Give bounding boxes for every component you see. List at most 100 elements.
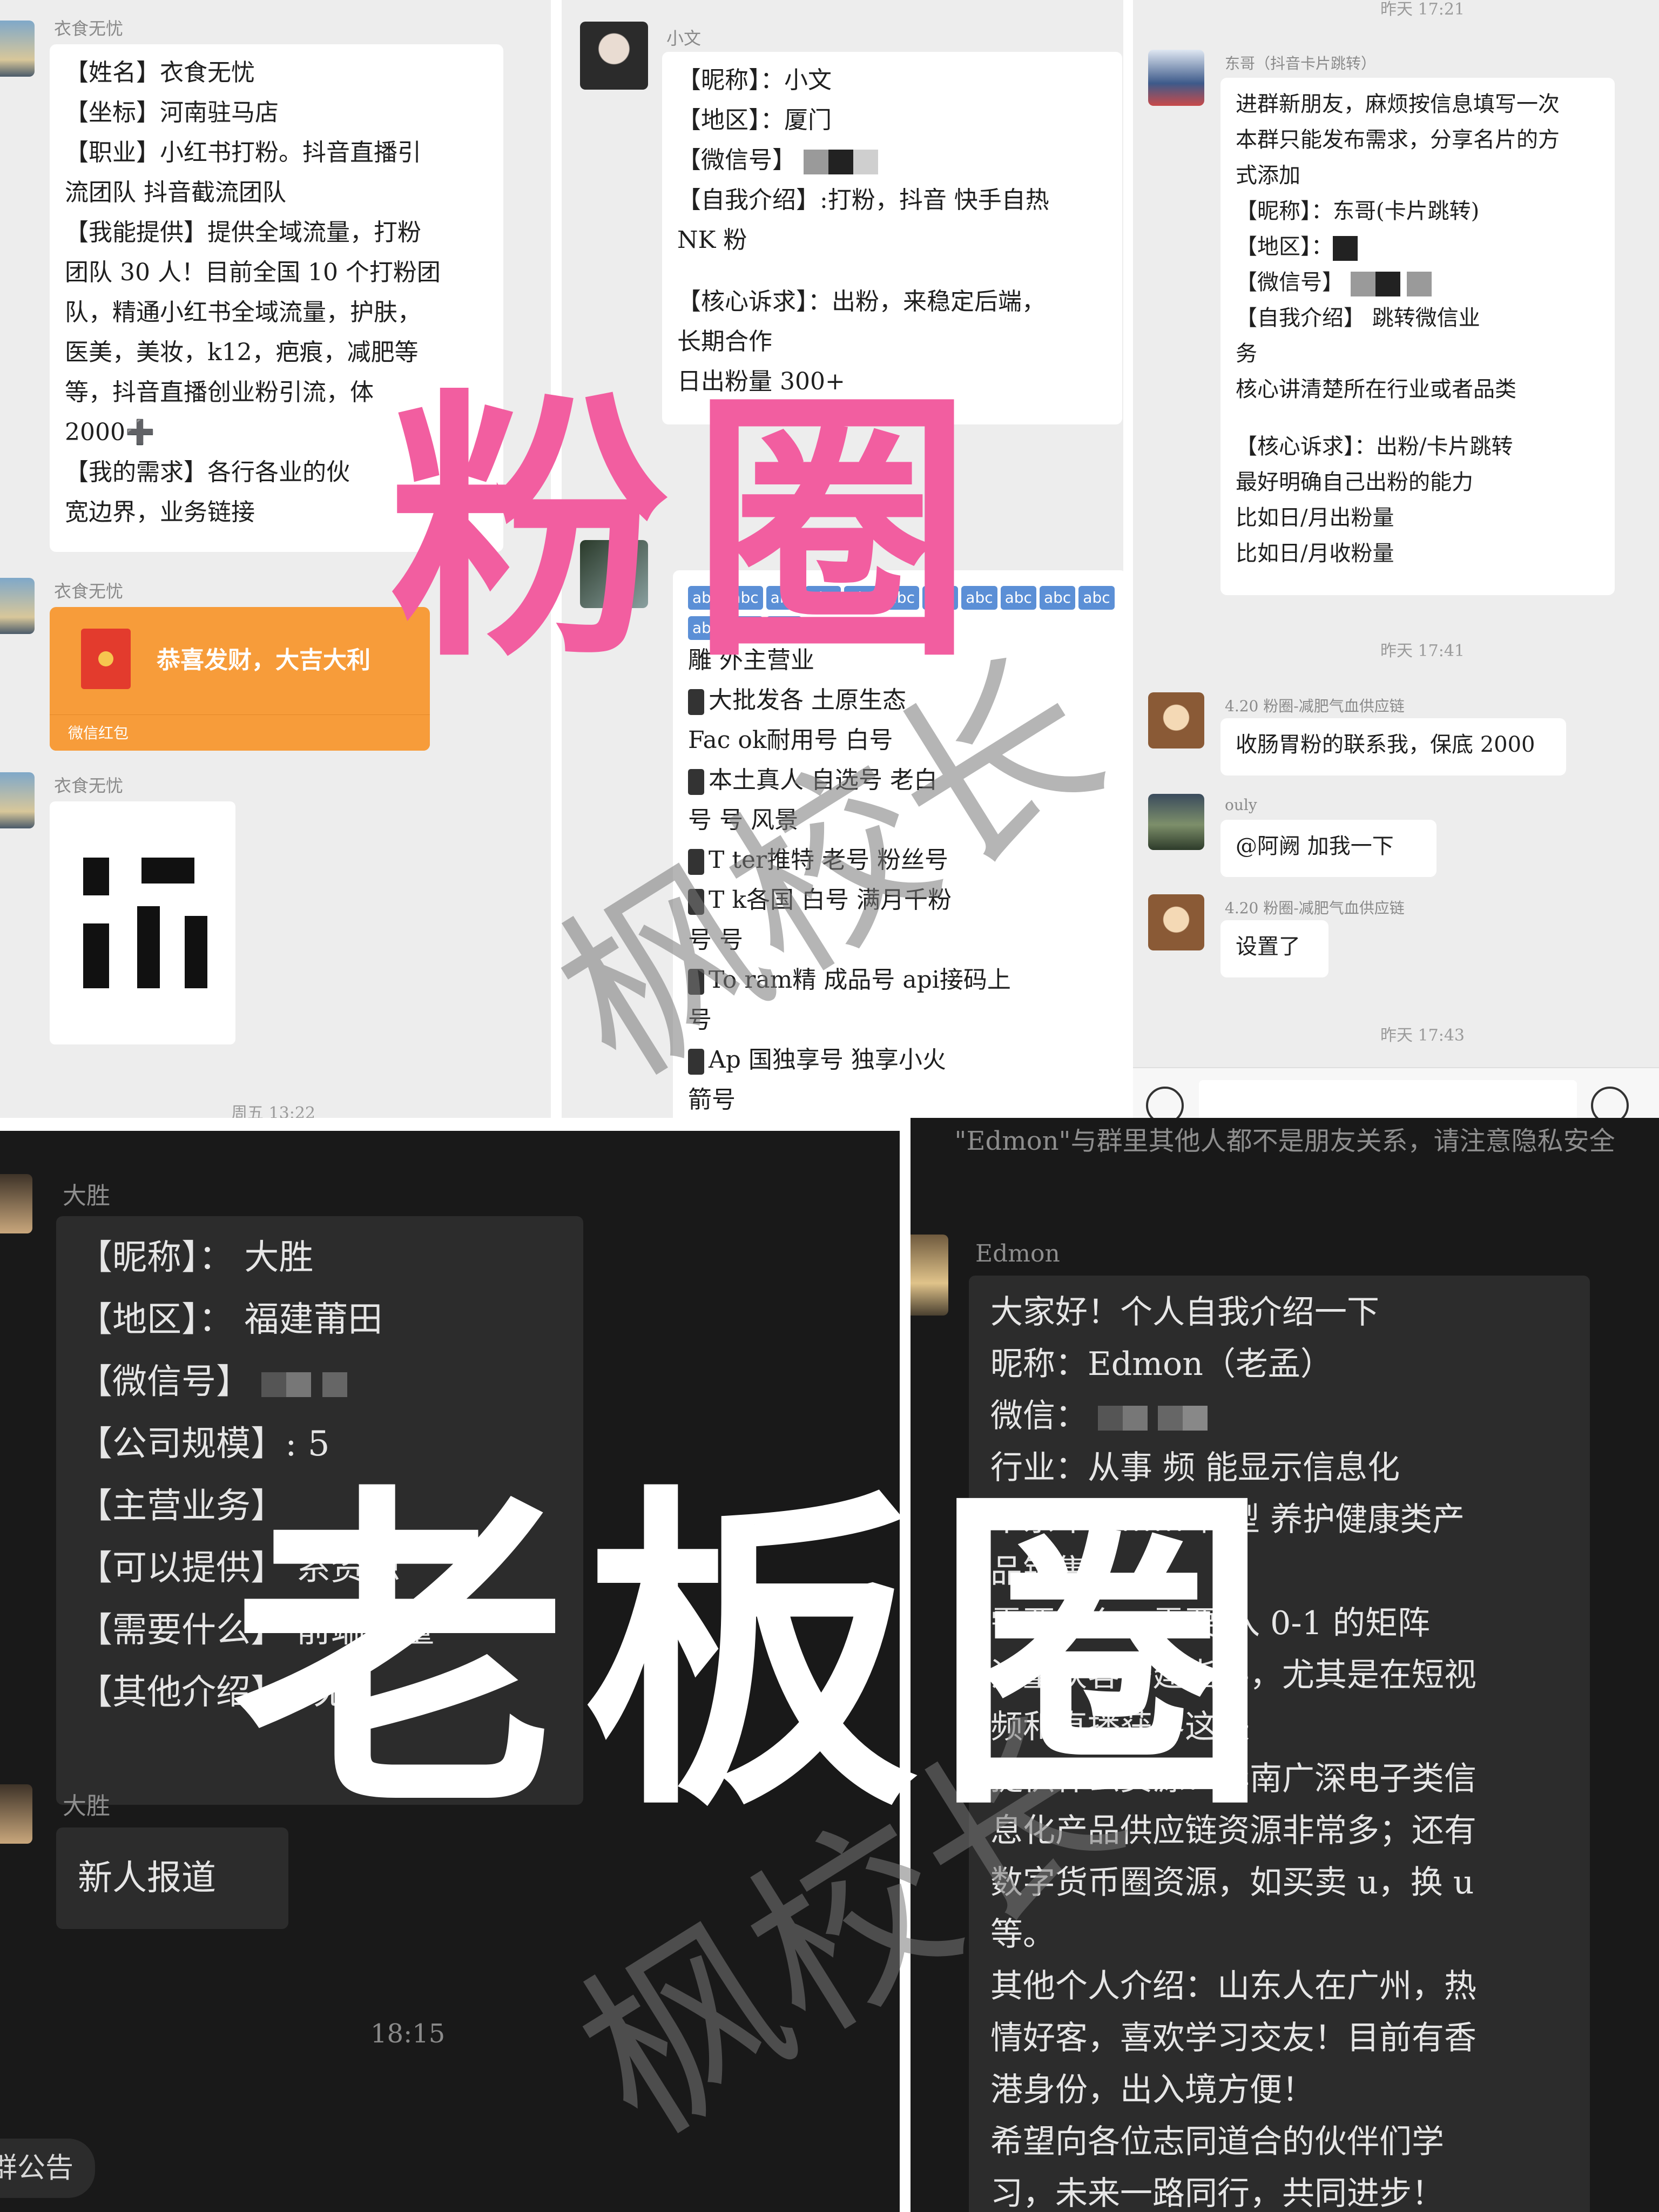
- message-line: 本群只能发布需求，分享名片的方: [1236, 127, 1560, 152]
- message-input[interactable]: [1199, 1080, 1577, 1118]
- message-bubble[interactable]: 收肠胃粉的联系我，保底 2000: [1220, 718, 1566, 775]
- message-line: 【核心诉求】：出粉，来稳定后端，: [677, 288, 1046, 315]
- avatar[interactable]: [0, 772, 35, 828]
- message-line: 十余年，…… 转型 养护健康类产: [990, 1501, 1465, 1539]
- message-line: 宽边界，业务链接: [65, 498, 255, 526]
- message-line: 比如日/月收粉量: [1236, 541, 1394, 566]
- emoji-row: abc abc abc abc abc abc abc abc abc abc abc: [688, 580, 1115, 610]
- message-line: NK 粉: [677, 226, 747, 254]
- sender-name: 大胜: [63, 1792, 110, 1820]
- avatar[interactable]: [1148, 50, 1204, 106]
- group-notice-button[interactable]: 群公告: [0, 2139, 96, 2198]
- chat-panel-4: 大胜 【昵称】： 大胜 【地区】： 福建莆田 【微信号】 【公司规模】: 5 【…: [0, 1131, 900, 2212]
- avatar[interactable]: [911, 1235, 948, 1316]
- chat-panel-1: 衣食无忧 【姓名】衣食无忧 【坐标】河南驻马店 【职业】小红书打粉。抖音直播引 …: [0, 0, 551, 1118]
- message-line: 频和直播获客这块: [990, 1708, 1250, 1746]
- message-line: 【其他介绍】： 无: [78, 1673, 348, 1712]
- message-line: 【微信号】: [1236, 265, 1600, 300]
- message-line: 【地区】：厦门: [677, 106, 832, 134]
- message-line: 情好客，喜欢学习交友！目前有香: [990, 2019, 1476, 2057]
- message-line: 医美，美妆，k12，疤痕，减肥等: [65, 339, 419, 366]
- avatar[interactable]: [580, 540, 648, 608]
- sender-name: 衣食无忧: [54, 18, 124, 39]
- message-line: 队，精通小红书全域流量，护肤，: [65, 299, 421, 326]
- message-line: 大批发各 土原生态: [688, 680, 1111, 720]
- message-line: 号: [688, 1006, 712, 1034]
- message-line: 【姓名】衣食无忧: [65, 59, 255, 86]
- message-line: 流团队 抖音截流团队: [65, 179, 286, 206]
- avatar[interactable]: [0, 1784, 32, 1844]
- emoji-row: abc abc abc: [688, 610, 1111, 640]
- avatar[interactable]: [0, 578, 35, 634]
- message-line: 【自我介绍】 跳转微信业: [1236, 306, 1480, 331]
- message-bubble[interactable]: 新人报道: [56, 1827, 288, 1929]
- message-bubble[interactable]: 【昵称】：小文 【地区】：厦门 【微信号】 【自我介绍】:打粉，抖音 快手自热 …: [662, 52, 1122, 424]
- message-bubble[interactable]: 进群新朋友，麻烦按信息填写一次 本群只能发布需求，分享名片的方 式添加 【昵称】…: [1220, 78, 1615, 595]
- message-line: 务: [1236, 341, 1257, 366]
- phone-icon: [688, 888, 704, 915]
- message-line: 【核心诉求】：出粉/卡片跳转: [1236, 434, 1513, 459]
- message-line: 【地区】： 福建莆田: [78, 1300, 383, 1340]
- message-bubble[interactable]: 设置了: [1220, 920, 1328, 977]
- message-line: 等。: [990, 1916, 1055, 1953]
- avatar[interactable]: [0, 21, 35, 77]
- avatar[interactable]: [0, 1174, 32, 1233]
- avatar[interactable]: [1148, 894, 1204, 950]
- phone-icon: [688, 848, 704, 875]
- message-line: 号 号: [688, 926, 743, 954]
- message-line: 【职业】小红书打粉。抖音直播引: [65, 139, 421, 166]
- timestamp: 18:15: [370, 2019, 446, 2049]
- emoji-icon[interactable]: [1591, 1087, 1629, 1118]
- message-line: 【昵称】： 大胜: [78, 1238, 314, 1278]
- phone-icon: [688, 968, 704, 995]
- message-line: 【昵称】：东哥(卡片跳转): [1236, 199, 1480, 224]
- message-line: 微信：: [990, 1390, 1568, 1442]
- message-line: 需要什么：需要 入 0-1 的矩阵: [990, 1604, 1430, 1642]
- message-line: 日出粉量 300+: [677, 368, 845, 395]
- sender-name: ouly: [1225, 796, 1257, 814]
- message-line: 雕 外主营业: [688, 646, 814, 674]
- message-bubble[interactable]: abc abc abc abc abc abc abc abc abc abc abc abc abc…: [673, 570, 1123, 1118]
- message-line: 比如日/月出粉量: [1236, 505, 1394, 530]
- message-line: 本土真人 自选号 老白: [688, 760, 1111, 800]
- voice-icon[interactable]: [1146, 1087, 1184, 1118]
- message-line: 港身份，出入境方便！: [990, 2071, 1314, 2109]
- message-line: 大家好！个人自我介绍一下: [990, 1293, 1379, 1331]
- message-line: To ram精 成品号 api接码上: [688, 960, 1111, 1000]
- chat-panel-3: 昨天 17:21 东哥（抖音卡片跳转） 进群新朋友，麻烦按信息填写一次 本群只能…: [1133, 0, 1659, 1118]
- avatar[interactable]: [1148, 692, 1204, 748]
- message-line: 【地区】：: [1236, 229, 1600, 265]
- sender-name: 大胜: [63, 1182, 110, 1210]
- message-line: 等，抖音直播创业粉引流，体: [65, 379, 374, 406]
- message-bubble[interactable]: @阿阙 加我一下: [1220, 820, 1437, 877]
- message-bubble[interactable]: 【昵称】： 大胜 【地区】： 福建莆田 【微信号】 【公司规模】: 5 【主营业…: [56, 1216, 583, 1805]
- chat-input-bar: [1133, 1067, 1659, 1118]
- message-line: 【微信号】: [78, 1351, 562, 1413]
- sender-name: 4.20 粉圈-减肥气血供应链: [1225, 899, 1405, 917]
- red-packet-message[interactable]: 恭喜发财，大吉大利 微信红包: [50, 607, 430, 751]
- message-line: 新人报道: [78, 1858, 216, 1898]
- message-line: 习，未来一路同行，共同进步！: [990, 2175, 1444, 2212]
- message-line: 希望向各位志同道合的伙伴们学: [990, 2123, 1444, 2161]
- sender-name: 衣食无忧: [54, 581, 124, 602]
- message-line: 核心讲清楚所在行业或者品类: [1236, 377, 1516, 402]
- avatar[interactable]: [1148, 794, 1204, 850]
- system-notice: "Edmon"与群里其他人都不是朋友关系，请注意隐私安全: [954, 1126, 1615, 1156]
- message-line: 【需要什么】 前端流量: [78, 1610, 435, 1650]
- message-line: 箭号: [688, 1086, 736, 1114]
- message-line: @阿阙 加我一下: [1236, 834, 1394, 859]
- message-bubble[interactable]: 大家好！个人自我介绍一下 昵称：Edmon（老孟） 微信： 行业：从事 频 能显…: [969, 1276, 1590, 2212]
- message-line: T ter推特 老号 粉丝号: [688, 840, 1111, 880]
- message-line: 【昵称】：小文: [677, 66, 832, 94]
- message-line: 【自我介绍】:打粉，抖音 快手自热: [677, 186, 1049, 214]
- message-line: T k各国 白号 满月千粉: [688, 880, 1111, 920]
- message-line: 品销售: [990, 1553, 1088, 1590]
- message-line: 团队 30 人！目前全国 10 个打粉团: [65, 259, 441, 286]
- timestamp: 昨天 17:43: [1380, 1026, 1465, 1045]
- message-line: 最好明确自己出粉的能力: [1236, 470, 1473, 495]
- message-line: 其他个人介绍：山东人在广州，热: [990, 1967, 1476, 2005]
- qr-code-image[interactable]: [50, 801, 235, 1044]
- avatar[interactable]: [580, 22, 648, 90]
- message-bubble[interactable]: 【姓名】衣食无忧 【坐标】河南驻马店 【职业】小红书打粉。抖音直播引 流团队 抖…: [50, 44, 503, 552]
- message-line: 号 号 风景: [688, 806, 798, 834]
